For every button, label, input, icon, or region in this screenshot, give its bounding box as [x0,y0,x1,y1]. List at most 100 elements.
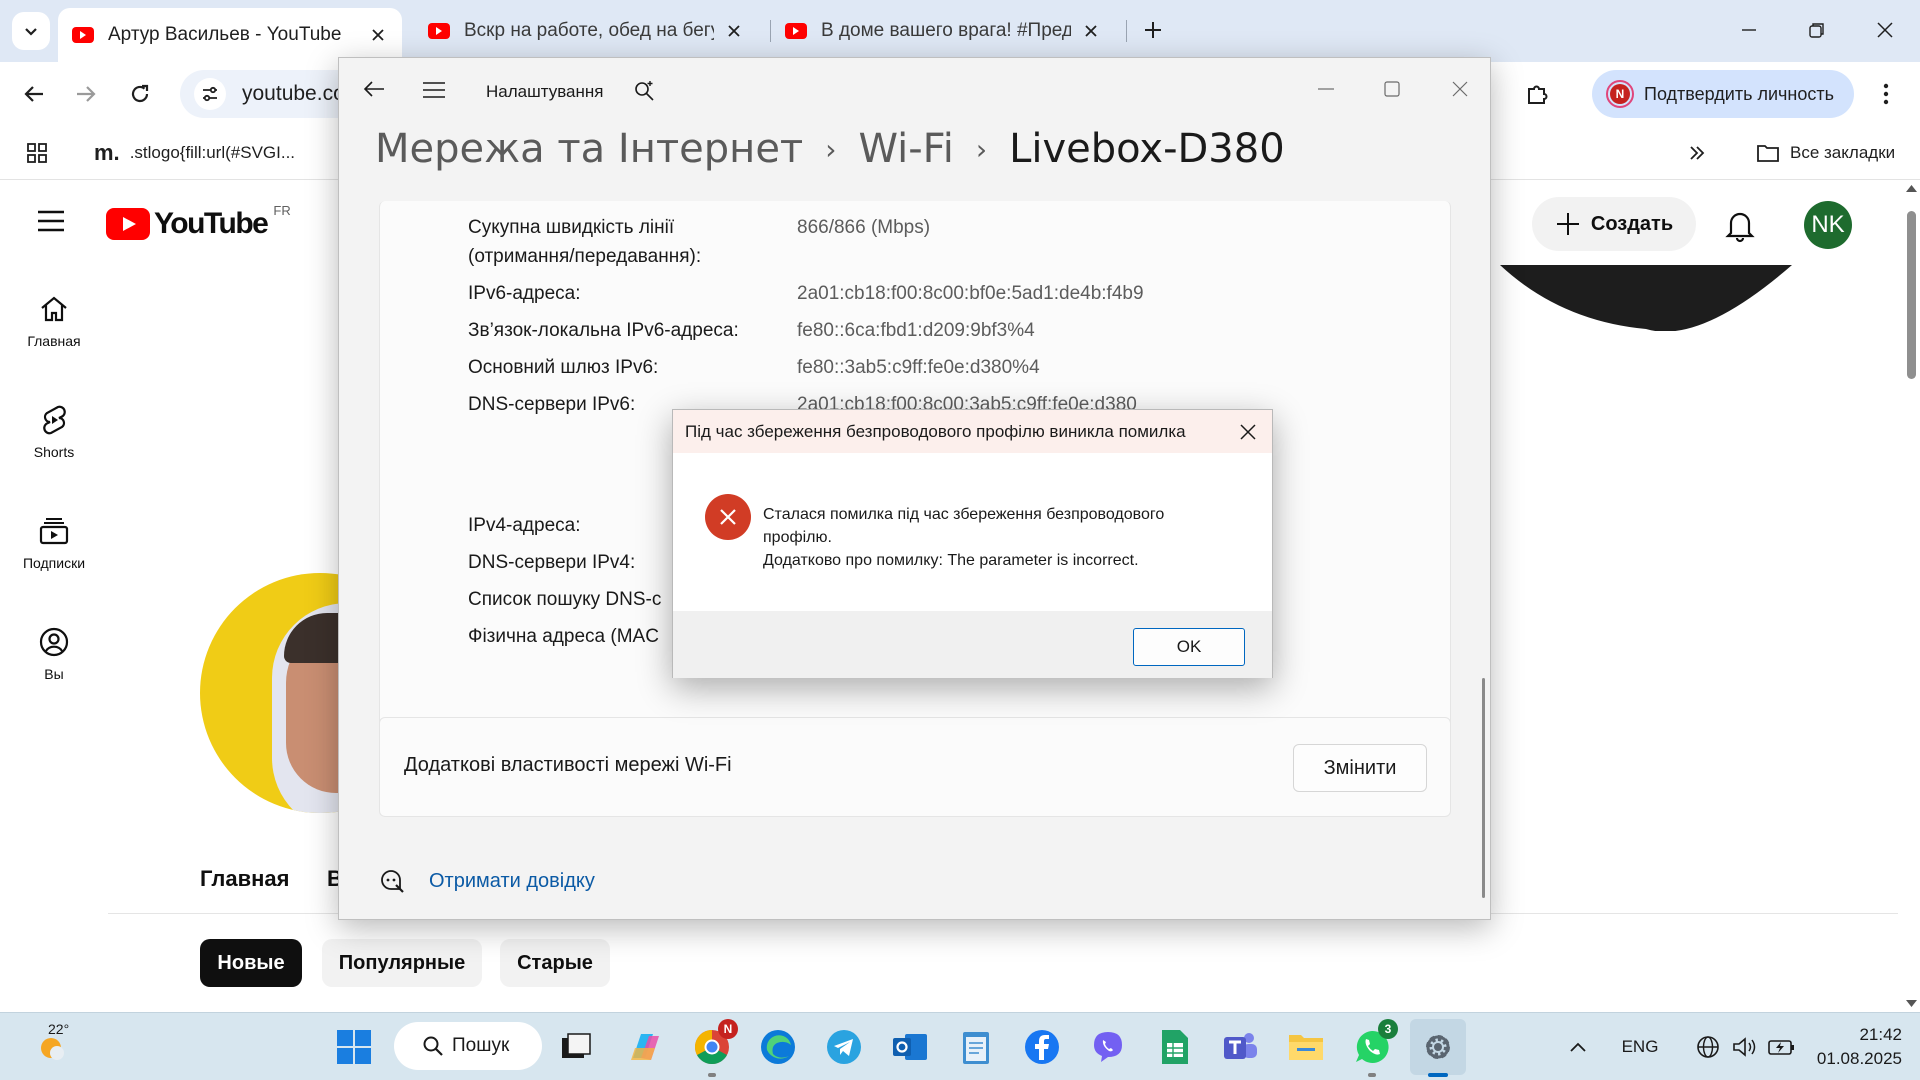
channel-tab-home[interactable]: Главная [200,866,289,892]
extensions-button[interactable] [1518,74,1558,114]
settings-maximize-button[interactable] [1369,74,1415,104]
tab-title: Вскр на работе, обед на бегу, [464,20,714,41]
all-bookmarks-button[interactable]: Все закладки [1756,138,1895,168]
prop-label: Сукупна швидкість лінії (отримання/перед… [468,217,702,267]
sidebar-item-shorts[interactable]: Shorts [0,404,108,460]
weather-widget[interactable]: 22° [24,1021,84,1071]
telegram-app[interactable] [820,1023,868,1071]
breadcrumb-item-network[interactable]: Мережа та Інтернет [375,126,803,172]
restore-icon [1809,23,1824,38]
change-button[interactable]: Змінити [1293,744,1427,792]
browser-close-button[interactable] [1862,10,1908,50]
whatsapp-app[interactable]: 3 [1348,1019,1398,1077]
whatsapp-unread-badge: 3 [1378,1019,1398,1039]
notifications-button[interactable] [1722,207,1758,243]
more-bookmarks-button[interactable] [1688,138,1706,168]
settings-scrollbar[interactable] [1482,678,1485,898]
facebook-app[interactable] [1018,1023,1066,1071]
advanced-properties-card: Додаткові властивості мережі Wi-Fi Зміни… [379,717,1451,817]
tab-close-icon[interactable] [368,25,388,45]
sidebar-item-home[interactable]: Главная [0,293,108,349]
verify-identity-button[interactable]: N Подтвердить личность [1592,70,1854,118]
dialog-footer: OK [673,611,1272,678]
taskbar-search[interactable]: Пошук [394,1022,542,1070]
browser-tab-2[interactable]: Вскр на работе, обед на бегу, [414,8,758,54]
sidebar-item-you[interactable]: Вы [0,626,108,682]
edge-app[interactable] [754,1023,802,1071]
tab-close-icon[interactable] [1081,21,1101,41]
language-indicator[interactable]: ENG [1612,1023,1668,1071]
viber-icon [1094,1032,1122,1062]
settings-nav-menu-button[interactable] [423,82,445,98]
breadcrumb-item-wifi[interactable]: Wi-Fi [858,126,953,172]
arrow-left-icon [363,81,384,97]
youtube-logo[interactable]: YouTube FR [106,203,291,241]
prop-value: 866/866 (Mbps) [797,217,931,238]
outlook-app[interactable] [886,1023,934,1071]
task-view-button[interactable] [552,1023,600,1071]
ok-button[interactable]: OK [1133,628,1245,666]
chip-old[interactable]: Старые [500,939,610,987]
reload-button[interactable] [120,74,160,114]
file-explorer-app[interactable] [1282,1023,1330,1071]
copilot-icon [631,1034,659,1060]
chip-new[interactable]: Новые [200,939,302,987]
breadcrumb-item-current: Livebox-D380 [1009,126,1285,172]
error-dialog: Під час збереження безпроводового профіл… [672,409,1273,678]
task-view-icon [562,1033,591,1058]
settings-search-button[interactable] [633,79,655,101]
browser-tab-strip: Артур Васильев - YouTube Вскр на работе,… [0,0,1920,62]
settings-close-button[interactable] [1437,74,1483,104]
browser-tab-youtube[interactable]: Артур Васильев - YouTube [58,8,402,62]
browser-restore-button[interactable] [1794,10,1840,50]
site-info-icon[interactable] [194,78,226,110]
page-scrollbar[interactable] [1903,181,1920,1012]
hidden-icons-button[interactable] [1558,1023,1598,1071]
copilot-app[interactable] [622,1023,670,1071]
prop-label: Основний шлюз IPv6: [468,357,659,378]
settings-back-button[interactable] [363,80,385,98]
forward-button[interactable] [66,74,106,114]
dialog-body: Сталася помилка під час збереження безпр… [673,453,1272,611]
youtube-favicon-icon [785,23,807,39]
bookmark-favicon-icon: m. [94,140,120,165]
settings-minimize-button[interactable] [1303,74,1349,104]
viber-app[interactable] [1084,1023,1132,1071]
chip-popular[interactable]: Популярные [322,939,482,987]
browser-menu-button[interactable] [1866,74,1906,114]
user-avatar[interactable]: NK [1804,201,1852,249]
apps-button[interactable] [26,138,48,168]
create-button[interactable]: Создать [1532,197,1696,251]
start-button[interactable] [330,1023,378,1071]
settings-app[interactable] [1410,1019,1466,1077]
get-help-link[interactable]: Отримати довідку [379,868,595,894]
tab-close-icon[interactable] [724,21,744,41]
channel-banner-shape [1500,265,1792,331]
tab-search-button[interactable] [12,12,50,50]
teams-app[interactable] [1216,1023,1264,1071]
chevron-down-icon [25,28,37,36]
prop-value: fe80::6ca:fbd1:d209:9bf3%4 [797,320,1035,341]
browser-tab-3[interactable]: В доме вашего врага! #Предс [771,8,1115,54]
facebook-icon [1025,1030,1059,1064]
prop-label: IPv4-адреса: [468,515,581,536]
bookmark-item[interactable]: m. .stlogo{fill:url(#SVGI... [94,138,295,168]
chrome-app[interactable]: N [688,1019,738,1077]
clock[interactable]: 21:42 01.08.2025 [1790,1023,1902,1071]
bell-icon [1725,212,1755,243]
new-tab-button[interactable] [1130,10,1176,50]
plus-icon [1145,22,1161,38]
apps-grid-icon [27,143,47,163]
youtube-menu-button[interactable] [36,209,66,233]
prop-label: DNS-сервери IPv6: [468,394,636,415]
sheets-app[interactable] [1150,1023,1198,1071]
dialog-close-button[interactable] [1232,416,1264,448]
sidebar-item-subscriptions[interactable]: Подписки [0,515,108,571]
you-icon [39,627,69,657]
back-button[interactable] [14,74,54,114]
browser-minimize-button[interactable] [1726,10,1772,50]
minimize-icon [1318,88,1334,90]
scrollbar-thumb[interactable] [1907,211,1916,379]
scroll-up-arrow-icon [1906,185,1917,192]
notepad-app[interactable] [952,1023,1000,1071]
